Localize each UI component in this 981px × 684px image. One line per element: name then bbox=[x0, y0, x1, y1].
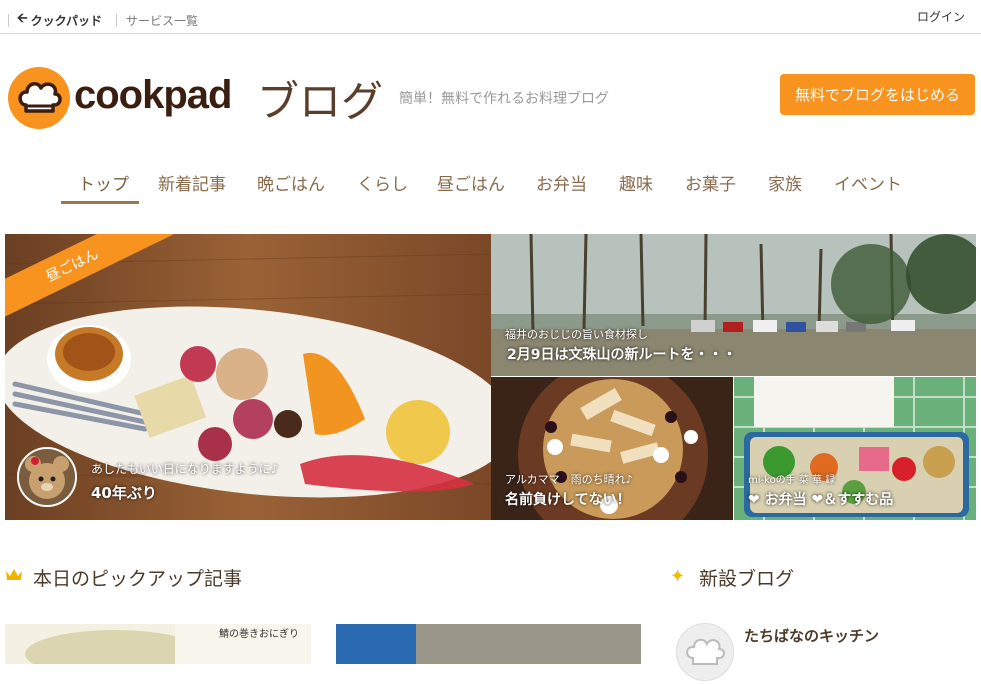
hero-main-blog-name[interactable]: あしたもいい日になりますように♪ bbox=[91, 460, 278, 477]
nav-item-dinner[interactable]: 晩ごはん bbox=[257, 170, 325, 195]
hero-bottom-right-article[interactable]: mi-koの手 菜 華 録 ❤ お弁当 ❤＆すすむ品 bbox=[734, 377, 976, 520]
topbar-divider bbox=[8, 13, 9, 27]
new-blog-name[interactable]: たちばなのキッチン bbox=[744, 625, 879, 646]
start-blog-button[interactable]: 無料でブログをはじめる bbox=[780, 74, 975, 115]
nav-item-sweets[interactable]: お菓子 bbox=[685, 170, 736, 195]
global-topbar: 🡨 クックパッド サービス一覧 ログイン bbox=[0, 0, 981, 34]
nav-item-bento[interactable]: お弁当 bbox=[536, 170, 587, 195]
nav-item-lunch[interactable]: 昼ごはん bbox=[437, 170, 505, 195]
hero-top-right-article[interactable]: 福井のおじじの旨い食材探し 2月9日は文珠山の新ルートを・・・ bbox=[491, 234, 976, 376]
hero-bottom-left-article[interactable]: アルカママ 雨のち晴れ♪ 名前負けしてない！ bbox=[491, 377, 733, 520]
site-tagline: 簡単！無料で作れるお料理ブログ bbox=[399, 91, 609, 107]
nav-item-hobby[interactable]: 趣味 bbox=[619, 170, 653, 195]
nav-item-event[interactable]: イベント bbox=[834, 170, 902, 195]
hero-top-right-blog-name[interactable]: 福井のおじじの旨い食材探し bbox=[505, 326, 648, 342]
cookpad-link[interactable]: 🡨 クックパッド bbox=[17, 9, 102, 31]
sparkle-icon: ✦ bbox=[670, 566, 686, 587]
nav-item-new[interactable]: 新着記事 bbox=[158, 170, 226, 195]
hero-main-title[interactable]: 40年ぶり bbox=[91, 482, 157, 503]
hero-main-article[interactable]: 昼ごはん あしたもいい日になりますように♪ 40年ぶり bbox=[5, 234, 491, 520]
hero-bottom-right-title[interactable]: ❤ お弁当 ❤＆すすむ品 bbox=[748, 489, 893, 509]
nav-item-top[interactable]: トップ bbox=[78, 170, 129, 195]
hero-bottom-left-blog-name[interactable]: アルカママ 雨のち晴れ♪ bbox=[505, 471, 633, 487]
crown-icon bbox=[6, 569, 22, 580]
cookpad-wordmark[interactable]: cookpad bbox=[74, 73, 232, 118]
topbar-left: 🡨 クックパッド サービス一覧 bbox=[8, 9, 198, 31]
chef-hat-icon bbox=[686, 638, 725, 665]
login-link[interactable]: ログイン bbox=[917, 8, 965, 25]
hero-top-right-title[interactable]: 2月9日は文珠山の新ルートを・・・ bbox=[507, 344, 736, 364]
pickup-thumb-1-note: 鯖の巻きおにぎり bbox=[219, 629, 299, 640]
blog-avatar[interactable] bbox=[17, 447, 77, 507]
new-blog-avatar[interactable] bbox=[676, 623, 734, 681]
new-blogs-section-title: 新設ブログ bbox=[699, 568, 795, 590]
cookpad-link-label: クックパッド bbox=[30, 13, 102, 28]
bear-avatar-icon bbox=[19, 449, 75, 505]
arrow-left-icon: 🡨 bbox=[17, 11, 28, 26]
nav-item-family[interactable]: 家族 bbox=[768, 170, 802, 195]
hero-bottom-left-title[interactable]: 名前負けしてない！ bbox=[505, 489, 631, 509]
nav-active-indicator bbox=[61, 201, 139, 204]
services-link[interactable]: サービス一覧 bbox=[126, 12, 198, 29]
pickup-thumb-2-photo bbox=[336, 624, 641, 664]
hero-grid: 昼ごはん あしたもいい日になりますように♪ 40年ぶり 福井のおじじの旨い食材探… bbox=[5, 234, 976, 520]
pickup-thumb-2[interactable] bbox=[336, 624, 641, 664]
pickup-thumb-1[interactable]: 鯖の巻きおにぎり bbox=[5, 624, 311, 664]
category-nav: トップ 新着記事 晩ごはん くらし 昼ごはん お弁当 趣味 お菓子 家族 イベン… bbox=[0, 160, 981, 206]
hero-bottom-right-blog-name[interactable]: mi-koの手 菜 華 録 bbox=[748, 471, 835, 486]
blog-wordmark[interactable]: ブログ bbox=[257, 68, 383, 129]
pickup-section-title: 本日のピックアップ記事 bbox=[33, 568, 243, 590]
chef-hat-icon bbox=[18, 82, 62, 113]
nav-item-life[interactable]: くらし bbox=[357, 170, 408, 195]
topbar-divider bbox=[115, 13, 117, 27]
